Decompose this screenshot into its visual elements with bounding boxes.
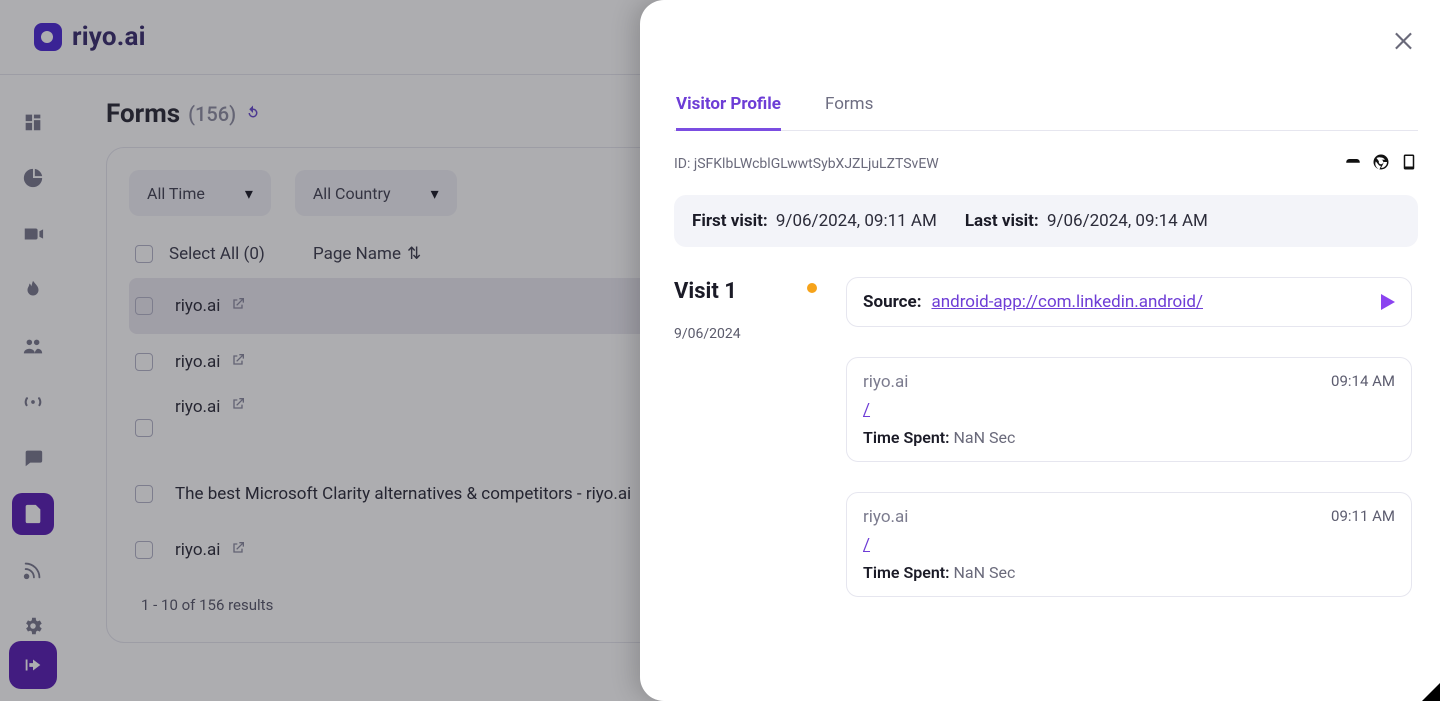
row-page-name: riyo.ai (175, 296, 220, 316)
tab-forms[interactable]: Forms (825, 94, 873, 130)
select-all[interactable]: Select All (0) (135, 244, 313, 264)
row-page-name: The best Microsoft Clarity alternatives … (175, 484, 631, 504)
visit-summary: First visit: 9/06/2024, 09:11 AM Last vi… (674, 195, 1418, 247)
checkbox-icon[interactable] (135, 245, 153, 263)
refresh-icon[interactable] (244, 99, 262, 129)
session-card: riyo.ai 09:11 AM / Time Spent: NaN Sec (846, 492, 1412, 597)
row-page-name: riyo.ai (175, 540, 220, 560)
timeline-axis (800, 277, 824, 299)
select-all-label: Select All (0) (169, 244, 265, 264)
session-path[interactable]: / (863, 400, 1395, 420)
chrome-icon (1372, 153, 1390, 175)
brand-logo-icon (34, 23, 62, 51)
session-spent-label: Time Spent: (863, 428, 950, 447)
nav-chat[interactable] (12, 437, 54, 479)
row-checkbox[interactable] (135, 353, 153, 371)
session-card: riyo.ai 09:14 AM / Time Spent: NaN Sec (846, 357, 1412, 462)
timeline-entries[interactable]: Source: android-app://com.linkedin.andro… (846, 277, 1418, 609)
timeline-visit-date: 9/06/2024 (674, 326, 778, 342)
sidebar (0, 75, 66, 701)
nav-analytics[interactable] (12, 157, 54, 199)
time-filter[interactable]: All Time ▾ (129, 170, 271, 216)
visit-source-url[interactable]: android-app://com.linkedin.android/ (931, 292, 1203, 312)
external-link-icon[interactable] (230, 352, 246, 373)
session-path[interactable]: / (863, 535, 1395, 555)
timeline-header: Visit 1 9/06/2024 (674, 277, 778, 342)
session-spent-value: NaN Sec (954, 563, 1016, 582)
play-icon[interactable] (1381, 294, 1395, 310)
nav-live[interactable] (12, 381, 54, 423)
session-time: 09:11 AM (1331, 507, 1395, 527)
row-page-name: riyo.ai (175, 397, 220, 417)
country-filter[interactable]: All Country ▾ (295, 170, 457, 216)
session-host: riyo.ai (863, 507, 908, 527)
visit-timeline: Visit 1 9/06/2024 Source: android-app://… (674, 277, 1418, 701)
brand-name: riyo.ai (72, 22, 146, 52)
first-visit-label: First visit: (692, 211, 768, 231)
first-visit-value: 9/06/2024, 09:11 AM (776, 211, 937, 231)
drawer-tabs: Visitor Profile Forms (674, 94, 1418, 131)
mobile-icon (1400, 153, 1418, 175)
visitor-id-row: ID: jSFKlbLWcblGLwwtSybXJZLjuLZTSvEW (674, 153, 1418, 175)
visit-source-card: Source: android-app://com.linkedin.andro… (846, 277, 1412, 327)
nav-audience[interactable] (12, 325, 54, 367)
nav-recordings[interactable] (12, 213, 54, 255)
column-page-name[interactable]: Page Name ⇅ (313, 244, 421, 264)
android-icon (1344, 153, 1362, 175)
row-checkbox[interactable] (135, 485, 153, 503)
row-checkbox[interactable] (135, 419, 153, 437)
session-time: 09:14 AM (1331, 372, 1395, 392)
country-filter-label: All Country (313, 184, 391, 203)
visitor-id-value: jSFKlbLWcblGLwwtSybXJZLjuLZTSvEW (694, 156, 939, 172)
last-visit-label: Last visit: (965, 211, 1039, 231)
session-spent-label: Time Spent: (863, 563, 950, 582)
session-spent-value: NaN Sec (954, 428, 1016, 447)
chevron-down-icon: ▾ (245, 184, 253, 203)
external-link-icon[interactable] (230, 296, 246, 317)
nav-heatmaps[interactable] (12, 269, 54, 311)
page-title-count: (156) (188, 102, 236, 126)
drawer-close-button[interactable] (1392, 28, 1418, 58)
external-link-icon[interactable] (230, 396, 246, 417)
timeline-visit-title: Visit 1 (674, 279, 778, 304)
nav-forms[interactable] (12, 493, 54, 535)
time-filter-label: All Time (147, 184, 205, 203)
last-visit-value: 9/06/2024, 09:14 AM (1047, 211, 1208, 231)
row-page-name: riyo.ai (175, 352, 220, 372)
row-checkbox[interactable] (135, 541, 153, 559)
nav-dashboard[interactable] (12, 101, 54, 143)
timeline-dot-icon (807, 283, 817, 293)
column-page-name-label: Page Name (313, 244, 401, 264)
chevron-down-icon: ▾ (431, 184, 439, 203)
external-link-icon[interactable] (230, 540, 246, 561)
visit-source-label: Source: (863, 292, 921, 312)
brand: riyo.ai (34, 22, 146, 52)
visitor-profile-drawer: Visitor Profile Forms ID: jSFKlbLWcblGLw… (640, 0, 1440, 701)
row-checkbox[interactable] (135, 297, 153, 315)
page-title-text: Forms (106, 99, 180, 129)
resize-notch-icon (1422, 683, 1440, 701)
sort-icon: ⇅ (407, 244, 421, 264)
sidebar-collapse-button[interactable] (9, 641, 57, 689)
visitor-id-label: ID: (674, 156, 690, 172)
tab-visitor-profile[interactable]: Visitor Profile (676, 94, 781, 131)
session-host: riyo.ai (863, 372, 908, 392)
nav-feed[interactable] (12, 549, 54, 591)
